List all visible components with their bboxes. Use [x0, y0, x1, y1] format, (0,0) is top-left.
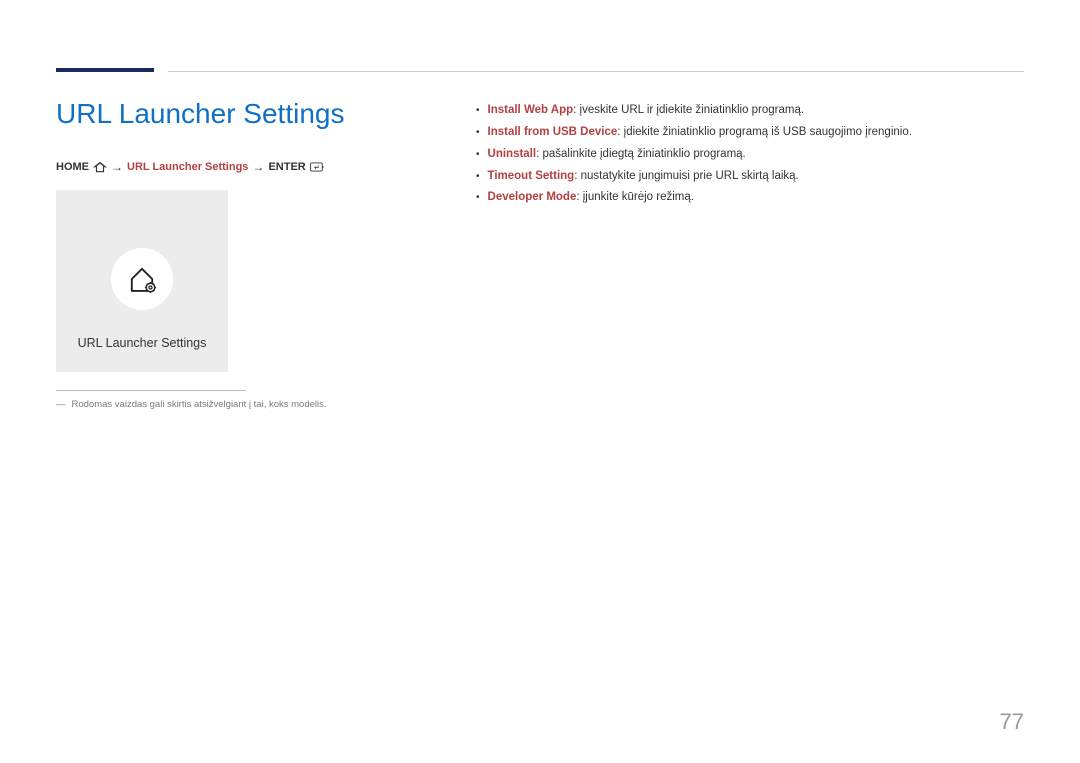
feature-term: Install Web App [488, 104, 574, 116]
list-item: Install from USB Device: įdiekite žiniat… [476, 122, 1024, 144]
chapter-bar [56, 68, 154, 72]
home-icon [93, 161, 107, 173]
page-content: URL Launcher Settings HOME → URL Launche… [0, 0, 1080, 450]
footnote-text: Rodomas vaizdas gali skirtis atsižvelgia… [72, 399, 327, 410]
feature-desc: : įjunkite kūrėjo režimą. [576, 191, 694, 203]
feature-desc: : įdiekite žiniatinklio programą iš USB … [617, 126, 912, 138]
enter-icon [310, 161, 324, 173]
feature-term: Developer Mode [488, 191, 577, 203]
feature-list: Install Web App: įveskite URL ir įdiekit… [476, 100, 1024, 209]
home-gear-icon [125, 262, 159, 296]
left-column: URL Launcher Settings HOME → URL Launche… [56, 68, 416, 410]
feature-term: Uninstall [488, 148, 537, 160]
feature-term: Install from USB Device [488, 126, 618, 138]
tile-icon-circle [111, 248, 173, 310]
feature-desc: : nustatykite jungimuisi prie URL skirtą… [574, 170, 799, 182]
page-number: 77 [1000, 709, 1024, 735]
list-item: Developer Mode: įjunkite kūrėjo režimą. [476, 187, 1024, 209]
list-item: Timeout Setting: nustatykite jungimuisi … [476, 166, 1024, 188]
arrow-icon: → [252, 160, 264, 174]
feature-desc: : įveskite URL ir įdiekite žiniatinklio … [573, 104, 804, 116]
breadcrumb: HOME → URL Launcher Settings → ENTER [56, 160, 416, 174]
list-item: Install Web App: įveskite URL ir įdiekit… [476, 100, 1024, 122]
list-item: Uninstall: pašalinkite įdiegtą žiniatink… [476, 144, 1024, 166]
feature-desc: : pašalinkite įdiegtą žiniatinklio progr… [536, 148, 746, 160]
header-rule [168, 71, 1024, 72]
breadcrumb-current: URL Launcher Settings [127, 161, 248, 173]
right-column: Install Web App: įveskite URL ir įdiekit… [476, 68, 1024, 410]
breadcrumb-home: HOME [56, 161, 89, 173]
footnote: ― Rodomas vaizdas gali skirtis atsižvelg… [56, 399, 416, 410]
tile-label: URL Launcher Settings [78, 336, 207, 350]
breadcrumb-enter: ENTER [268, 161, 305, 173]
arrow-icon: → [111, 160, 123, 174]
footnote-rule [56, 390, 246, 391]
settings-tile: URL Launcher Settings [56, 190, 228, 372]
footnote-dash: ― [56, 399, 66, 410]
feature-term: Timeout Setting [488, 170, 575, 182]
page-title: URL Launcher Settings [56, 98, 416, 130]
